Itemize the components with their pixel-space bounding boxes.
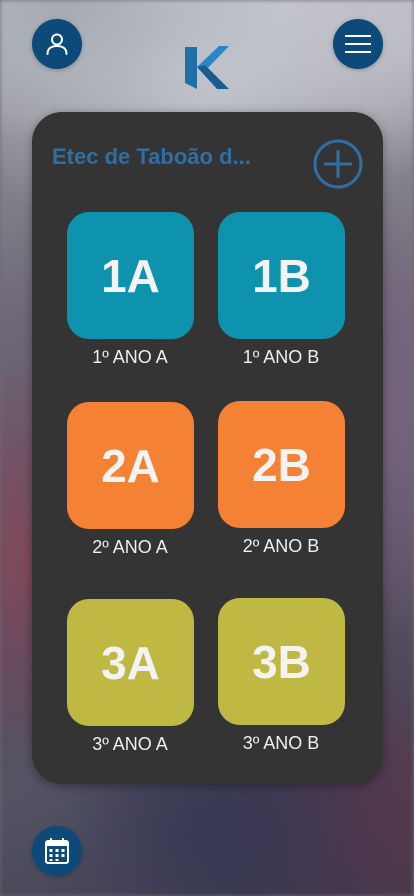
k-logo-icon [185, 46, 229, 89]
school-card: Etec de Taboão d... 1A 1º ANO A 1B 1º AN… [32, 112, 383, 784]
class-code: 2A [101, 439, 160, 492]
class-label: 1º ANO B [242, 347, 320, 367]
class-tile-2b[interactable]: 2B [218, 401, 345, 528]
user-icon [46, 33, 68, 55]
hamburger-menu-icon [345, 35, 371, 53]
menu-button[interactable] [333, 19, 383, 69]
class-code: 3B [252, 635, 311, 688]
class-label: 1º ANO A [92, 347, 168, 367]
class-tile-3b[interactable]: 3B [218, 598, 345, 725]
class-code: 2B [252, 438, 311, 491]
class-code: 3A [101, 636, 160, 689]
calendar-button[interactable] [32, 826, 82, 876]
class-code: 1B [252, 249, 311, 302]
class-tile-1b[interactable]: 1B [218, 212, 345, 339]
class-tile-3a[interactable]: 3A [67, 599, 194, 726]
class-tile-1a[interactable]: 1A [67, 212, 194, 339]
class-tile-2a[interactable]: 2A [67, 402, 194, 529]
class-label: 2º ANO B [242, 536, 320, 556]
school-title[interactable]: Etec de Taboão d... [52, 144, 297, 170]
class-label: 3º ANO B [242, 733, 320, 753]
app-logo [181, 43, 231, 93]
class-code: 1A [101, 249, 160, 302]
calendar-icon [45, 838, 69, 864]
plus-circle-icon [313, 139, 363, 189]
class-label: 2º ANO A [92, 537, 168, 557]
profile-button[interactable] [32, 19, 82, 69]
class-label: 3º ANO A [92, 734, 168, 754]
add-class-button[interactable] [312, 138, 364, 190]
